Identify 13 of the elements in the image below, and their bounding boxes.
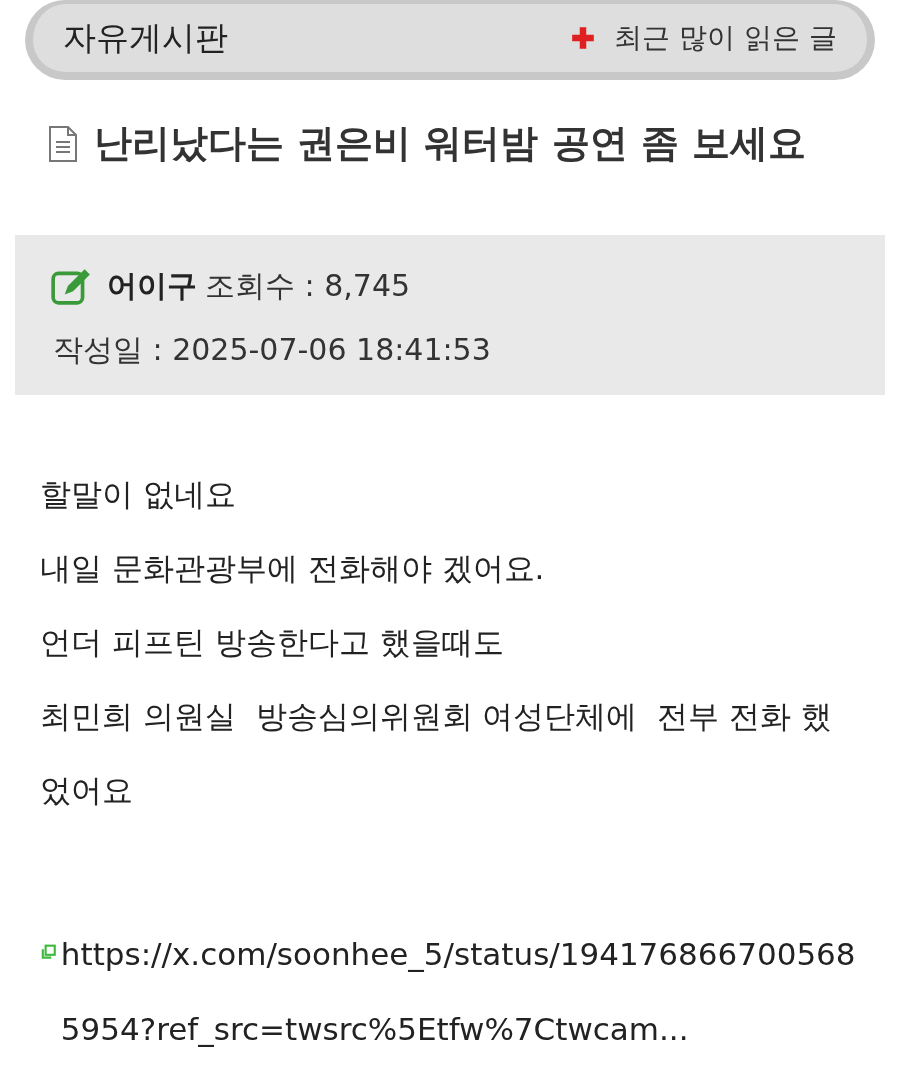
external-link[interactable]: https://x.com/soonhee_5/status/1941768667005685954?ref_src=twsrc%5Etfw%7Ctwcam... — [60, 917, 860, 1067]
post-title: 난리났다는 권은비 워터밤 공연 좀 보세요 — [94, 120, 807, 167]
author-name: 어이구 — [107, 266, 197, 305]
body-text: 최민희 의원실 방송심의위원회 여성단체에 전부 전화 했었어요 — [40, 697, 833, 810]
post-date: 작성일 : 2025-07-06 18:41:53 — [53, 330, 491, 369]
view-count: 조회수 : 8,745 — [205, 266, 411, 305]
document-icon — [48, 124, 78, 163]
plus-icon — [570, 25, 597, 51]
popular-posts-link[interactable]: 최근 많이 읽은 글 — [570, 19, 837, 57]
body-text: 언더 피프틴 방송한다고 했을때도 — [40, 623, 505, 662]
body-text: 내일 문화관광부에 전화해야 겠어요. — [40, 549, 546, 588]
body-text: 할말이 없네요 — [40, 475, 237, 514]
board-name[interactable]: 자유게시판 — [63, 15, 228, 61]
